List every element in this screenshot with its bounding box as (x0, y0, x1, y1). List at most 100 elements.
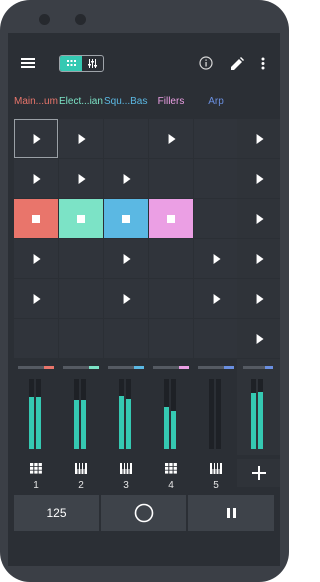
track-label[interactable]: Squ...Bass (104, 96, 148, 107)
clip-slot[interactable] (149, 159, 193, 198)
pan-bar[interactable] (198, 366, 234, 369)
clip-slot[interactable] (104, 279, 148, 318)
info-icon (199, 56, 213, 70)
track-label[interactable]: Fillers (149, 96, 193, 107)
menu-button[interactable] (18, 51, 38, 75)
clip-slot[interactable] (59, 279, 103, 318)
stop-icon (77, 214, 85, 223)
clip-slot[interactable] (149, 199, 193, 238)
edit-pencil-icon (230, 56, 244, 70)
clip-slot[interactable] (59, 119, 103, 158)
scene-launch-button[interactable] (237, 199, 280, 238)
clip-slot[interactable] (14, 239, 58, 278)
clip-slot[interactable] (14, 159, 58, 198)
view-mode-toggle[interactable] (59, 55, 104, 72)
master-meter-right[interactable] (258, 379, 263, 449)
play-icon (123, 253, 131, 264)
clip-slot[interactable] (14, 119, 58, 158)
play-icon (123, 173, 131, 184)
info-button[interactable] (196, 51, 216, 75)
track-label[interactable]: Elect...iano (59, 96, 103, 107)
grid-view-tab[interactable] (60, 56, 82, 71)
front-camera-icon (39, 14, 50, 25)
tempo-button[interactable]: 125 (14, 495, 99, 531)
mixer-view-tab[interactable] (82, 56, 103, 71)
scene-launch-button[interactable] (237, 159, 280, 198)
volume-meter[interactable] (126, 379, 131, 449)
scene-launch-button[interactable] (237, 119, 280, 158)
play-icon (78, 173, 86, 184)
volume-meter[interactable] (29, 379, 34, 449)
clip-slot[interactable] (194, 199, 238, 238)
pause-button[interactable] (188, 495, 274, 531)
play-icon (213, 293, 221, 304)
clip-slot[interactable] (194, 119, 238, 158)
add-track-button[interactable] (237, 459, 280, 487)
track-label[interactable]: Main...ums (14, 96, 58, 107)
play-icon (33, 133, 41, 144)
drum-pad-icon[interactable] (14, 463, 58, 477)
play-icon (33, 253, 41, 264)
clip-slot[interactable] (149, 119, 193, 158)
clip-slot[interactable] (104, 319, 148, 358)
clip-slot[interactable] (104, 239, 148, 278)
clip-slot[interactable] (149, 239, 193, 278)
volume-meter[interactable] (119, 379, 124, 449)
play-icon (168, 133, 176, 144)
drum-pad-icon[interactable] (149, 463, 193, 477)
track-label[interactable]: Arp (194, 96, 238, 107)
scene-launch-button[interactable] (237, 319, 280, 358)
scene-launch-button[interactable] (237, 279, 280, 318)
clip-slot[interactable] (14, 199, 58, 238)
track-number: 3 (123, 480, 129, 491)
play-icon (33, 293, 41, 304)
tempo-value: 125 (46, 506, 67, 520)
pan-bar[interactable] (153, 366, 189, 369)
volume-meter[interactable] (171, 379, 176, 449)
edit-button[interactable] (227, 51, 247, 75)
stop-icon (167, 214, 175, 223)
clip-slot[interactable] (59, 159, 103, 198)
clip-slot[interactable] (149, 319, 193, 358)
mixer-strip (149, 359, 193, 455)
pan-bar[interactable] (63, 366, 99, 369)
clip-slot[interactable] (59, 239, 103, 278)
clip-slot[interactable] (194, 319, 238, 358)
master-strip (237, 359, 280, 455)
pan-bar[interactable] (18, 366, 54, 369)
clip-slot[interactable] (59, 199, 103, 238)
clip-slot[interactable] (104, 199, 148, 238)
master-pan-bar[interactable] (243, 366, 273, 369)
volume-meter[interactable] (216, 379, 221, 449)
volume-meter[interactable] (209, 379, 214, 449)
scene-launch-button[interactable] (237, 239, 280, 278)
clip-slot[interactable] (59, 319, 103, 358)
pan-bar[interactable] (108, 366, 144, 369)
pause-icon (226, 508, 236, 518)
clip-slot[interactable] (14, 279, 58, 318)
play-icon (256, 133, 264, 144)
record-button[interactable] (101, 495, 186, 531)
volume-meter[interactable] (74, 379, 79, 449)
play-icon (256, 253, 264, 264)
app-screen: Main...umsElect...ianoSqu...BassFillersA… (8, 33, 280, 566)
volume-meter[interactable] (164, 379, 169, 449)
more-options-button[interactable] (255, 51, 271, 75)
clip-slot[interactable] (194, 159, 238, 198)
hamburger-icon (21, 58, 35, 68)
volume-meter[interactable] (36, 379, 41, 449)
grid-icon (66, 60, 76, 66)
volume-meter[interactable] (81, 379, 86, 449)
clip-slot[interactable] (194, 279, 238, 318)
mixer-sliders-icon (88, 59, 97, 68)
clip-slot[interactable] (104, 159, 148, 198)
piano-keys-icon[interactable] (59, 463, 103, 477)
clip-slot[interactable] (194, 239, 238, 278)
clip-slot[interactable] (104, 119, 148, 158)
piano-keys-icon[interactable] (194, 463, 238, 477)
piano-keys-icon[interactable] (104, 463, 148, 477)
master-meter-left[interactable] (251, 379, 256, 449)
mixer-strip (194, 359, 238, 455)
clip-slot[interactable] (149, 279, 193, 318)
clip-slot[interactable] (14, 319, 58, 358)
